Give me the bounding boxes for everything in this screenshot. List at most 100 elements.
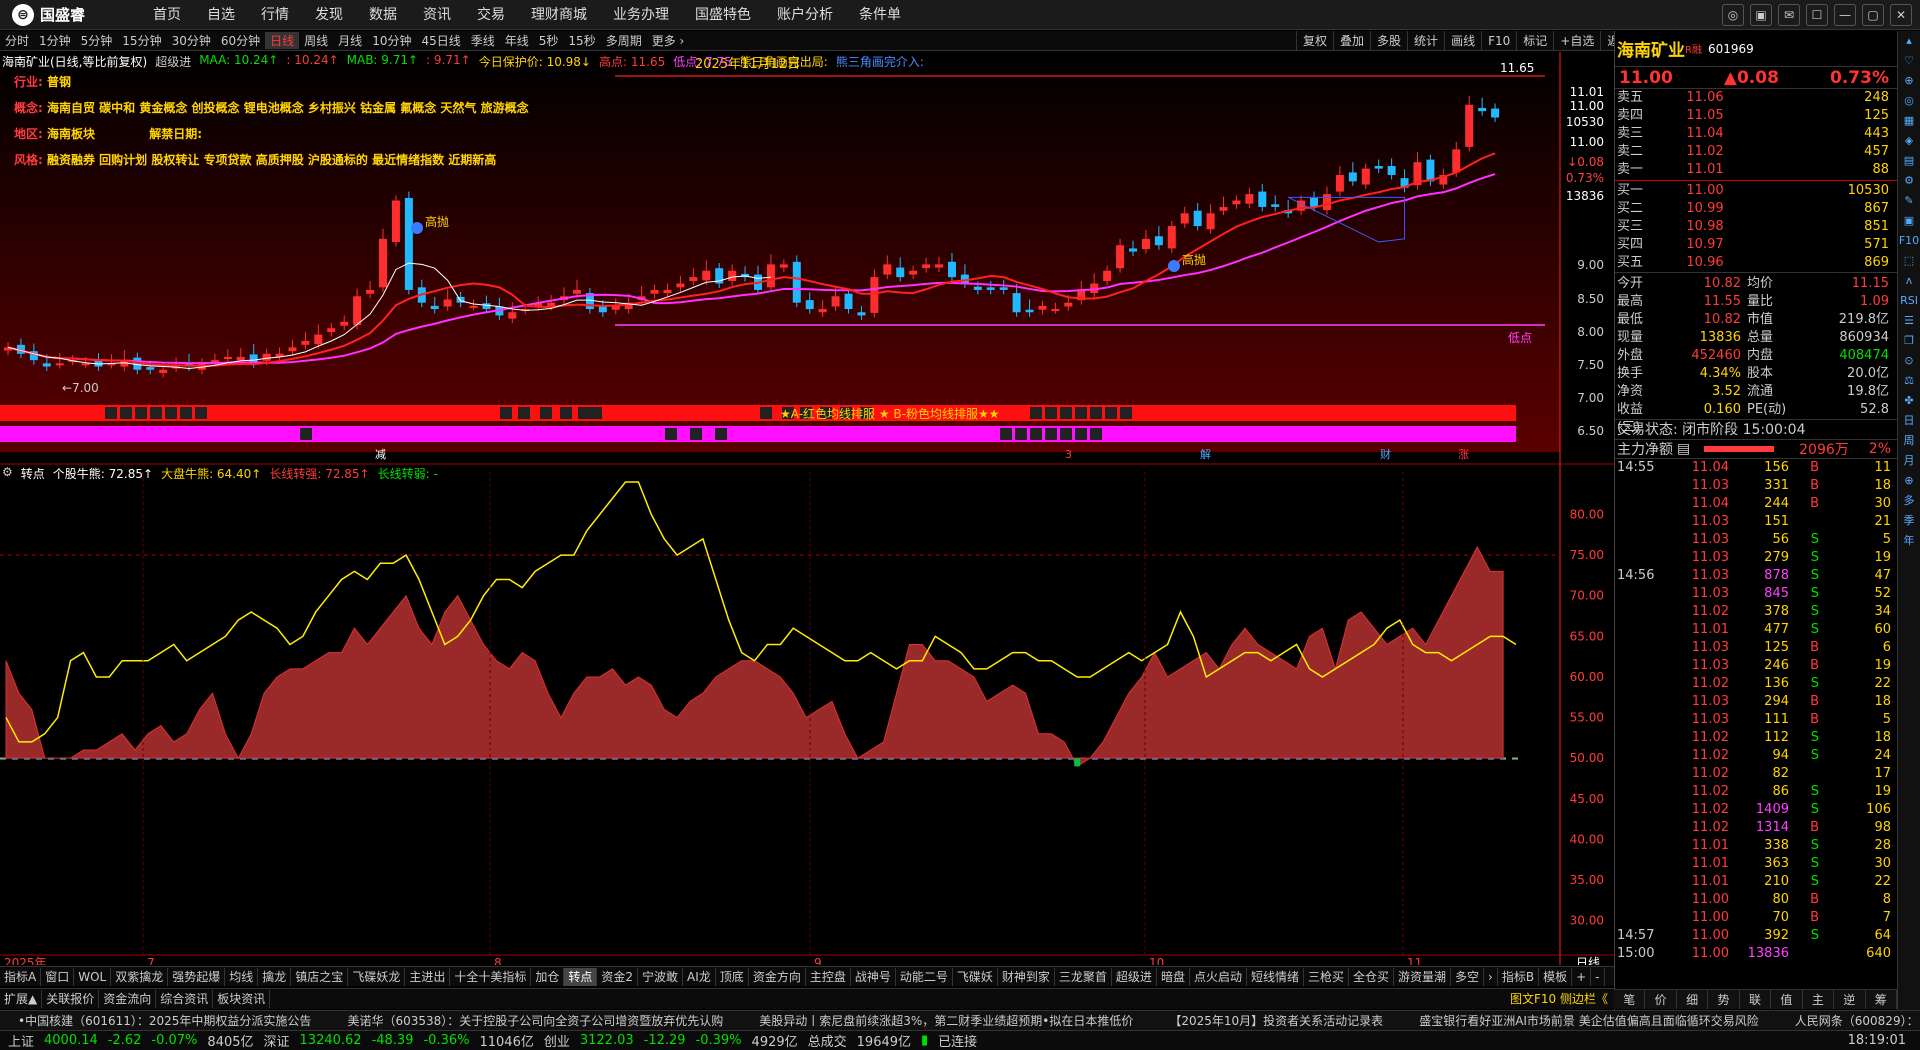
indicator-tab-30[interactable]: 游资量潮 <box>1394 967 1452 986</box>
menu-item-1[interactable]: 自选 <box>194 0 248 30</box>
period-tab-12[interactable]: 年线 <box>500 32 534 49</box>
indicator-tab-33[interactable]: 指标B <box>1498 967 1540 986</box>
indicator-tab-3[interactable]: 双紫擒龙 <box>111 967 169 986</box>
indicator-tab-9[interactable]: 主进出 <box>405 967 451 986</box>
chart-tool-1[interactable]: 叠加 <box>1333 31 1370 51</box>
indicator-name[interactable]: 超级进 <box>155 53 191 69</box>
right-tool-icon-2[interactable]: ⊕ <box>1898 71 1920 91</box>
side-tab-2[interactable]: 细 <box>1677 990 1709 1009</box>
window-control-icon-3[interactable]: ☐ <box>1806 4 1828 26</box>
chart-tool-2[interactable]: 多股 <box>1370 31 1407 51</box>
period-tab-2[interactable]: 5分钟 <box>76 32 118 49</box>
right-tool-icon-17[interactable]: ⚖ <box>1898 371 1920 391</box>
indicator-tab-34[interactable]: 模板 <box>1539 967 1573 986</box>
zlj-icon[interactable]: ▤ <box>1677 441 1690 457</box>
indicator-tab-12[interactable]: 转点 <box>564 967 598 986</box>
footer-tab-4[interactable]: 板块资讯 <box>213 990 271 1008</box>
right-tool-icon-9[interactable]: ▣ <box>1898 211 1920 231</box>
side-tab-6[interactable]: 主 <box>1803 990 1835 1009</box>
period-tab-10[interactable]: 45日线 <box>416 32 465 49</box>
right-tool-icon-10[interactable]: F10 <box>1898 231 1920 251</box>
right-tool-icon-12[interactable]: ʌ <box>1898 271 1920 291</box>
menu-item-3[interactable]: 发现 <box>302 0 356 30</box>
ask-row[interactable]: 卖四 11.05 125 <box>1615 107 1897 125</box>
right-tool-icon-3[interactable]: ◎ <box>1898 91 1920 111</box>
indicator-tab-24[interactable]: 超级进 <box>1112 967 1157 986</box>
indicator-tab-5[interactable]: 均线 <box>225 967 259 986</box>
indicator-tab-13[interactable]: 资金2 <box>597 967 639 986</box>
menu-item-4[interactable]: 数据 <box>356 0 410 30</box>
footer-tab-0[interactable]: 扩展▲ <box>0 990 43 1008</box>
news-item-1[interactable]: 美诺华（603538）：关于控股子公司向全资子公司增资暨放弃优先认购 <box>329 1011 741 1030</box>
side-tab-3[interactable]: 势 <box>1708 990 1740 1009</box>
right-tool-icon-20[interactable]: 周 <box>1898 431 1920 451</box>
indicator-tab-25[interactable]: 暗盘 <box>1157 967 1190 986</box>
period-tab-11[interactable]: 季线 <box>466 32 500 49</box>
kline-chart[interactable]: 2025年11月12日 11.65低点←7.00高抛高抛★A-红色均线排服 ★ B… <box>0 52 1614 965</box>
right-tool-icon-18[interactable]: ✤ <box>1898 391 1920 411</box>
ask-row[interactable]: 卖二 11.02 457 <box>1615 143 1897 161</box>
indicator-tab-32[interactable]: › <box>1484 967 1498 986</box>
chart-tool-4[interactable]: 画线 <box>1444 31 1481 51</box>
menu-item-5[interactable]: 资讯 <box>410 0 464 30</box>
period-tab-8[interactable]: 月线 <box>333 32 367 49</box>
menu-item-9[interactable]: 国盛特色 <box>682 0 764 30</box>
side-tab-1[interactable]: 价 <box>1645 990 1677 1009</box>
indicator-tab-27[interactable]: 短线情绪 <box>1247 967 1304 986</box>
menu-item-2[interactable]: 行情 <box>248 0 302 30</box>
news-item-2[interactable]: 美股异动丨索尼盘前续涨超3%，第二财季业绩超预期•拟在日本推低价 <box>741 1011 1151 1030</box>
indicator-tab-6[interactable]: 擒龙 <box>258 967 292 986</box>
news-item-4[interactable]: 盛宝银行看好亚洲AI市场前景 美企估值偏高且面临循环交易风险 <box>1401 1011 1777 1030</box>
menu-item-11[interactable]: 条件单 <box>846 0 914 30</box>
right-tool-icon-19[interactable]: 日 <box>1898 411 1920 431</box>
period-tab-3[interactable]: 15分钟 <box>117 32 166 49</box>
right-tool-icon-14[interactable]: ☰ <box>1898 311 1920 331</box>
side-tab-5[interactable]: 值 <box>1771 990 1803 1009</box>
ind-icon[interactable]: ⚙ <box>2 465 13 482</box>
bid-row[interactable]: 买五 10.96 869 <box>1615 254 1897 272</box>
indicator-tab-17[interactable]: 资金方向 <box>749 967 806 986</box>
news-item-0[interactable]: •中国核建（601611）：2025年中期权益分派实施公告 <box>0 1011 329 1030</box>
window-control-icon-2[interactable]: ✉ <box>1778 4 1800 26</box>
period-tab-15[interactable]: 多周期 <box>601 32 647 49</box>
window-control-icon-0[interactable]: ◎ <box>1722 4 1744 26</box>
side-tab-7[interactable]: 逆 <box>1834 990 1866 1009</box>
footer-tab-2[interactable]: 资金流向 <box>99 990 157 1008</box>
period-tab-7[interactable]: 周线 <box>299 32 333 49</box>
bid-row[interactable]: 买三 10.98 851 <box>1615 218 1897 236</box>
right-tool-icon-23[interactable]: 多 <box>1898 491 1920 511</box>
footer-tab-3[interactable]: 综合资讯 <box>156 990 214 1008</box>
window-control-icon-1[interactable]: ▣ <box>1750 4 1772 26</box>
indicator-tab-16[interactable]: 顶底 <box>716 967 749 986</box>
indicator-tab-14[interactable]: 宁波敢 <box>638 967 684 986</box>
brand-logo[interactable]: ⊜ 国盛睿 <box>0 3 140 26</box>
right-tool-icon-0[interactable]: ▴ <box>1898 31 1920 51</box>
right-tool-icon-25[interactable]: 年 <box>1898 531 1920 551</box>
indicator-tab-15[interactable]: AI龙 <box>683 967 716 986</box>
indicator-tab-11[interactable]: 加仓 <box>531 967 565 986</box>
period-tab-14[interactable]: 15秒 <box>563 32 600 49</box>
period-tab-1[interactable]: 1分钟 <box>34 32 76 49</box>
indicator-tab-36[interactable]: - <box>1591 967 1605 986</box>
right-tool-icon-16[interactable]: ⊙ <box>1898 351 1920 371</box>
right-tool-icon-4[interactable]: ▦ <box>1898 111 1920 131</box>
indicator-tab-26[interactable]: 点火启动 <box>1190 967 1247 986</box>
ask-row[interactable]: 卖一 11.01 88 <box>1615 161 1897 179</box>
menu-item-6[interactable]: 交易 <box>464 0 518 30</box>
indicator-tab-23[interactable]: 三龙聚首 <box>1055 967 1112 986</box>
right-tool-icon-7[interactable]: ⚙ <box>1898 171 1920 191</box>
chart-tool-3[interactable]: 统计 <box>1407 31 1444 51</box>
indicator-tab-18[interactable]: 主控盘 <box>806 967 851 986</box>
period-tab-6[interactable]: 日线 <box>265 32 300 49</box>
right-tool-icon-6[interactable]: ▤ <box>1898 151 1920 171</box>
indicator-tab-10[interactable]: 十全十美指标 <box>450 967 532 986</box>
menu-item-0[interactable]: 首页 <box>140 0 194 30</box>
right-tool-icon-8[interactable]: ✎ <box>1898 191 1920 211</box>
chart-tool-7[interactable]: +自选 <box>1553 31 1600 51</box>
news-item-5[interactable]: 人民网条（600829）： <box>1777 1011 1920 1030</box>
menu-item-10[interactable]: 账户分析 <box>764 0 846 30</box>
bid-row[interactable]: 买二 10.99 867 <box>1615 200 1897 218</box>
indicator-tab-35[interactable]: + <box>1572 967 1592 986</box>
period-tab-9[interactable]: 10分钟 <box>367 32 416 49</box>
right-tool-icon-5[interactable]: ◈ <box>1898 131 1920 151</box>
